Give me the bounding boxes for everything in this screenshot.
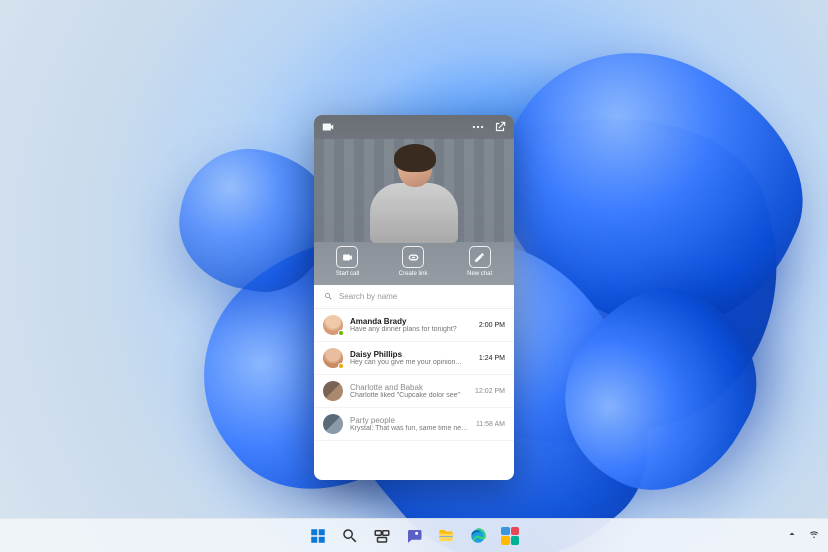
more-icon[interactable] bbox=[471, 120, 485, 134]
avatar bbox=[323, 348, 343, 368]
conversation-name: Party people bbox=[350, 416, 469, 425]
camera-icon[interactable] bbox=[321, 120, 335, 134]
conversation-item[interactable]: Party people Krystal: That was fun, same… bbox=[314, 408, 514, 441]
conversation-list: Amanda Brady Have any dinner plans for t… bbox=[314, 309, 514, 480]
conversation-preview: Have any dinner plans for tonight? bbox=[350, 326, 472, 333]
new-chat-button[interactable]: New chat bbox=[467, 246, 492, 277]
conversation-time: 1:24 PM bbox=[479, 355, 505, 362]
presence-available-icon bbox=[338, 330, 344, 336]
self-preview-area: Start call Create link New chat bbox=[314, 115, 514, 285]
taskbar-center bbox=[305, 523, 523, 549]
conversation-time: 2:00 PM bbox=[479, 322, 505, 329]
avatar bbox=[323, 414, 343, 434]
conversation-name: Amanda Brady bbox=[350, 317, 472, 326]
conversation-item[interactable]: Charlotte and Babak Charlotte liked "Cup… bbox=[314, 375, 514, 408]
conversation-item[interactable]: Amanda Brady Have any dinner plans for t… bbox=[314, 309, 514, 342]
start-button[interactable] bbox=[305, 523, 331, 549]
self-video-person bbox=[364, 147, 464, 242]
conversation-time: 12:02 PM bbox=[475, 388, 505, 395]
self-video-preview bbox=[314, 139, 514, 242]
conversation-name: Charlotte and Babak bbox=[350, 383, 468, 392]
wifi-icon[interactable] bbox=[808, 527, 820, 545]
avatar bbox=[323, 315, 343, 335]
create-link-button[interactable]: Create link bbox=[399, 246, 428, 277]
start-call-button[interactable]: Start call bbox=[336, 246, 359, 277]
conversation-preview: Hey can you give me your opinion... bbox=[350, 359, 472, 366]
file-explorer-button[interactable] bbox=[433, 523, 459, 549]
taskbar bbox=[0, 518, 828, 552]
tray-overflow-button[interactable] bbox=[786, 527, 798, 545]
search-icon bbox=[324, 292, 333, 301]
widgets-button[interactable] bbox=[497, 523, 523, 549]
search-button[interactable] bbox=[337, 523, 363, 549]
action-row: Start call Create link New chat bbox=[314, 242, 514, 285]
search-row bbox=[314, 285, 514, 309]
conversation-item[interactable]: Daisy Phillips Hey can you give me your … bbox=[314, 342, 514, 375]
action-label: New chat bbox=[467, 271, 492, 277]
chat-flyout: Start call Create link New chat bbox=[314, 115, 514, 480]
action-label: Create link bbox=[399, 271, 428, 277]
conversation-preview: Krystal: That was fun, same time nex... bbox=[350, 425, 469, 432]
edge-button[interactable] bbox=[465, 523, 491, 549]
avatar bbox=[323, 381, 343, 401]
action-label: Start call bbox=[336, 271, 359, 277]
conversation-name: Daisy Phillips bbox=[350, 350, 472, 359]
popout-icon[interactable] bbox=[493, 120, 507, 134]
chat-button[interactable] bbox=[401, 523, 427, 549]
video-topbar bbox=[314, 115, 514, 139]
task-view-button[interactable] bbox=[369, 523, 395, 549]
search-input[interactable] bbox=[339, 292, 504, 301]
conversation-preview: Charlotte liked "Cupcake dolor see" bbox=[350, 392, 468, 399]
presence-away-icon bbox=[338, 363, 344, 369]
system-tray bbox=[786, 519, 820, 552]
conversation-time: 11:58 AM bbox=[476, 421, 505, 428]
desktop[interactable]: Start call Create link New chat bbox=[0, 0, 828, 552]
